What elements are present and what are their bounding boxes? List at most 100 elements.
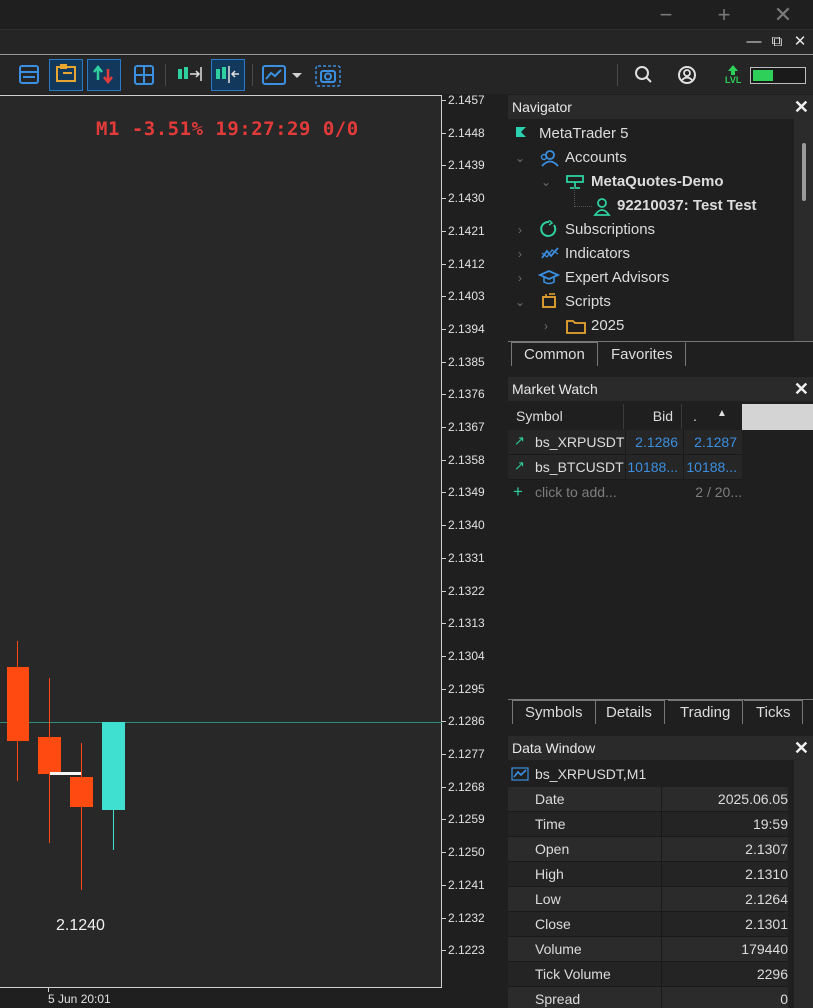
indicators-button[interactable] xyxy=(258,59,292,91)
data-window-row: Volume 179440 xyxy=(508,937,788,962)
time-axis[interactable]: 5 Jun 20:01 xyxy=(0,988,442,1008)
account-button[interactable] xyxy=(670,59,704,91)
tab-trading[interactable]: Trading xyxy=(668,700,744,724)
price-axis-label: 2.1439 xyxy=(448,158,485,173)
line-chart-icon xyxy=(511,767,529,781)
chevron-down-icon[interactable]: ⌄ xyxy=(515,295,525,309)
data-window-label: Open xyxy=(535,841,570,857)
level-label: LVL xyxy=(725,75,742,85)
nav-item-account[interactable]: 92210037: Test Test xyxy=(617,194,757,218)
bear-candle xyxy=(70,777,93,807)
column-ask[interactable]: . xyxy=(683,404,741,429)
column-bid[interactable]: Bid xyxy=(625,404,682,429)
metatrader-logo-icon xyxy=(516,127,526,137)
chart-restore-button[interactable]: ⧉ xyxy=(767,32,787,52)
column-symbol[interactable]: Symbol xyxy=(508,404,624,429)
navigator-icon xyxy=(56,64,76,82)
minimize-window-button[interactable]: − xyxy=(646,0,686,29)
tab-favorites[interactable]: Favorites xyxy=(599,342,686,366)
price-axis-label: 2.1385 xyxy=(448,354,485,369)
price-axis[interactable]: 2.1457 2.1448 2.1439 2.1430 2.1421 2.1412 2.14… xyxy=(442,93,508,988)
data-window-value: 2.1310 xyxy=(661,862,788,887)
tile-windows-button[interactable] xyxy=(127,59,161,91)
chart-minimize-button[interactable]: — xyxy=(744,32,764,52)
price-tick xyxy=(442,165,446,167)
tab-symbols[interactable]: Symbols xyxy=(512,700,596,724)
sort-up-icon[interactable]: ▲ xyxy=(717,408,727,419)
close-window-button[interactable]: ✕ xyxy=(763,0,803,29)
table-row[interactable]: ↗ bs_BTCUSDT 10188... 10188... xyxy=(508,455,742,480)
table-row[interactable]: ↗ bs_XRPUSDT 2.1286 2.1287 xyxy=(508,430,742,455)
chart-close-button[interactable]: ✕ xyxy=(790,32,810,52)
price-tick xyxy=(442,786,446,788)
data-window-label: Time xyxy=(535,816,566,832)
price-tick xyxy=(442,917,446,919)
data-window-label: Volume xyxy=(535,941,582,957)
level-button[interactable]: LVL xyxy=(716,59,750,91)
market-watch-button[interactable] xyxy=(12,59,46,91)
tile-windows-icon xyxy=(134,65,154,85)
add-symbol-placeholder[interactable]: click to add... xyxy=(535,480,617,505)
data-window-close-button[interactable]: ✕ xyxy=(794,736,809,760)
price-axis-label: 2.1223 xyxy=(448,943,485,958)
price-axis-label: 2.1268 xyxy=(448,779,485,794)
navigator-button[interactable] xyxy=(49,59,83,91)
nav-item-server[interactable]: MetaQuotes-Demo xyxy=(591,170,724,194)
nav-item-accounts[interactable]: Accounts xyxy=(565,146,627,170)
chevron-right-icon[interactable]: › xyxy=(518,271,522,285)
scrollbar-thumb[interactable] xyxy=(802,143,806,201)
search-icon xyxy=(635,66,652,83)
candle-wick xyxy=(81,743,82,890)
screenshot-button[interactable] xyxy=(311,59,345,91)
add-symbol-row[interactable]: + click to add... 2 / 20... xyxy=(508,480,742,505)
tab-common[interactable]: Common xyxy=(511,342,598,366)
chevron-right-icon[interactable]: › xyxy=(518,247,522,261)
market-watch-close-button[interactable]: ✕ xyxy=(794,377,809,401)
data-window-value: 2.1264 xyxy=(661,887,788,912)
tab-details[interactable]: Details xyxy=(594,700,665,724)
nav-item-indicators[interactable]: Indicators xyxy=(565,242,630,266)
navigator-close-button[interactable]: ✕ xyxy=(794,95,809,119)
data-window-label: Spread xyxy=(535,991,581,1007)
market-watch-icon xyxy=(19,65,39,84)
chevron-right-icon[interactable]: › xyxy=(544,319,548,333)
price-chart[interactable] xyxy=(0,95,442,988)
nav-item-folder-2025[interactable]: 2025 xyxy=(591,314,624,338)
bear-candle xyxy=(7,667,29,741)
navigator-panel-header: Navigator ✕ xyxy=(508,95,813,119)
buy-sell-arrows-icon xyxy=(93,64,113,85)
data-window-label: Close xyxy=(535,916,571,932)
arrow-up-icon: ↗ xyxy=(514,458,525,473)
navigator-title: Navigator xyxy=(512,99,572,115)
chevron-down-icon[interactable]: ⌄ xyxy=(541,175,551,189)
nav-item-scripts[interactable]: Scripts xyxy=(565,290,611,314)
search-button[interactable] xyxy=(626,59,660,91)
chevron-right-icon[interactable]: › xyxy=(518,223,522,237)
nav-item-subscriptions[interactable]: Subscriptions xyxy=(565,218,655,242)
nav-item-expert-advisors[interactable]: Expert Advisors xyxy=(565,266,669,290)
price-tick xyxy=(442,721,446,723)
price-tick xyxy=(442,198,446,200)
trading-signals-button[interactable] xyxy=(87,59,121,91)
level-progress-bar xyxy=(750,67,806,84)
maximize-window-button[interactable]: + xyxy=(704,0,744,29)
level-progress-fill xyxy=(753,70,773,81)
bull-candle xyxy=(102,722,125,810)
nav-item-metatrader[interactable]: MetaTrader 5 xyxy=(539,122,628,146)
data-window-scrollbar[interactable] xyxy=(794,760,813,1008)
chart-shift-button[interactable] xyxy=(211,59,245,91)
user-circle-icon xyxy=(678,66,696,84)
folder-icon xyxy=(566,320,586,334)
indicators-dropdown-button[interactable] xyxy=(290,59,304,91)
navigator-scrollbar[interactable] xyxy=(794,119,813,341)
data-window-row: Spread 0 xyxy=(508,987,788,1008)
autoscroll-icon xyxy=(178,67,202,81)
price-axis-label: 2.1403 xyxy=(448,289,485,304)
price-tick xyxy=(442,132,446,134)
arrow-up-icon: ↗ xyxy=(514,433,525,448)
chevron-down-icon[interactable]: ⌄ xyxy=(515,151,525,165)
title-bar: − + ✕ xyxy=(0,0,813,29)
autoscroll-button[interactable] xyxy=(172,59,206,91)
data-window-value: 179440 xyxy=(661,937,788,962)
tab-ticks[interactable]: Ticks xyxy=(744,700,804,724)
